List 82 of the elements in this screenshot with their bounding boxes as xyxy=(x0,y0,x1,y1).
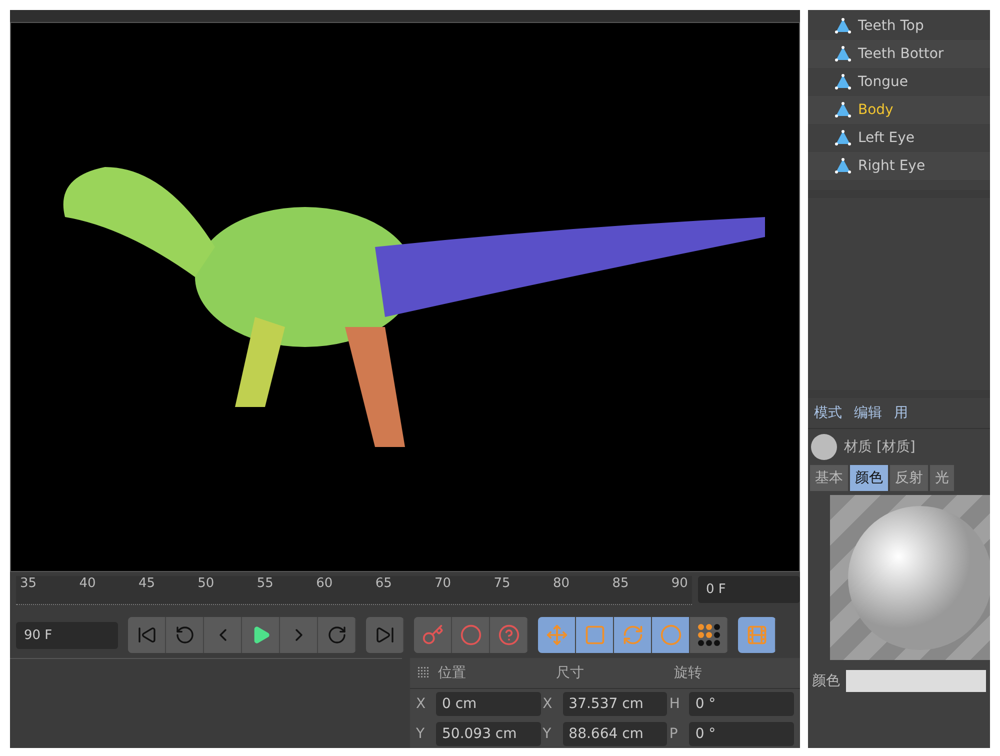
polygon-object-icon xyxy=(834,129,852,147)
object-name: Right Eye xyxy=(858,158,926,174)
film-icon xyxy=(746,624,768,646)
attribute-tab[interactable]: 光 xyxy=(930,465,954,491)
polygon-object-icon xyxy=(834,17,852,35)
playback-button[interactable] xyxy=(128,617,166,653)
menu-item[interactable]: 模式 xyxy=(814,404,842,422)
axis-label: H xyxy=(669,696,681,712)
timeline-button[interactable] xyxy=(738,617,776,653)
object-name: Left Eye xyxy=(858,130,915,146)
menu-item[interactable]: 用 xyxy=(894,404,908,422)
playback-button[interactable] xyxy=(242,617,280,653)
mode-button[interactable] xyxy=(652,617,690,653)
material-ball-icon xyxy=(810,433,838,461)
column-header: 位置 xyxy=(438,664,467,682)
object-item[interactable]: Teeth Bottor xyxy=(808,40,990,68)
color-label: 颜色 xyxy=(812,672,840,690)
frame-number: 55 xyxy=(256,576,274,593)
polygon-object-icon xyxy=(834,45,852,63)
frame-number: 75 xyxy=(494,576,510,593)
mode-button[interactable] xyxy=(690,617,728,653)
record-button[interactable] xyxy=(490,617,528,653)
frame-number: 90 xyxy=(671,576,688,593)
size-field[interactable]: 37.537 cm xyxy=(562,692,668,716)
first-frame-icon xyxy=(136,625,156,645)
frame-number: 65 xyxy=(375,576,392,593)
record-icon xyxy=(460,624,482,646)
previous-key-icon xyxy=(174,625,194,645)
key-icon xyxy=(422,624,444,646)
dots-grid-icon xyxy=(696,623,720,647)
record-button[interactable] xyxy=(452,617,490,653)
object-item[interactable]: Body xyxy=(808,96,990,124)
position-field[interactable]: 50.093 cm xyxy=(436,722,541,746)
rotation-field[interactable]: 0 ° xyxy=(689,692,794,716)
axis-label: Y xyxy=(416,726,426,742)
object-name: Teeth Top xyxy=(858,18,924,34)
axis-label: P xyxy=(669,726,679,742)
polygon-object-icon xyxy=(834,73,852,91)
move-icon xyxy=(546,624,568,646)
attribute-tab[interactable]: 基本 xyxy=(810,465,848,491)
object-name: Body xyxy=(858,102,894,118)
grip-icon xyxy=(418,667,430,679)
record-button[interactable] xyxy=(414,617,452,653)
menu-item[interactable]: 编辑 xyxy=(854,404,882,422)
axis-label: Y xyxy=(542,726,552,742)
mode-button[interactable] xyxy=(576,617,614,653)
playback-button[interactable] xyxy=(318,617,356,653)
object-name: Tongue xyxy=(858,74,908,90)
object-name: Teeth Bottor xyxy=(858,46,944,62)
frame-number: 85 xyxy=(612,576,629,593)
frame-number: 35 xyxy=(20,576,37,593)
axis-label: X xyxy=(542,696,554,712)
last-frame-button[interactable] xyxy=(366,617,404,653)
size-field[interactable]: 88.664 cm xyxy=(562,722,668,746)
frame-number: 70 xyxy=(434,576,452,593)
color-swatch[interactable] xyxy=(846,670,986,692)
frame-number: 40 xyxy=(79,576,96,593)
help-icon xyxy=(498,624,520,646)
scale-icon xyxy=(584,624,606,646)
last-frame-icon xyxy=(374,625,394,645)
frame-number: 45 xyxy=(138,576,155,593)
object-item[interactable]: Right Eye xyxy=(808,152,990,180)
column-header: 尺寸 xyxy=(556,664,585,682)
mode-button[interactable] xyxy=(614,617,652,653)
end-frame-field[interactable]: 90 F xyxy=(16,622,118,648)
frame-number: 60 xyxy=(316,576,333,593)
attribute-tab[interactable]: 反射 xyxy=(890,465,928,491)
position-field[interactable]: 0 cm xyxy=(436,692,541,716)
rotate-icon xyxy=(622,624,644,646)
frame-number: 80 xyxy=(552,576,570,593)
playback-button[interactable] xyxy=(166,617,204,653)
next-key-icon xyxy=(326,625,346,645)
rotation-field[interactable]: 0 ° xyxy=(689,722,794,746)
attribute-tab[interactable]: 颜色 xyxy=(850,465,888,491)
axis-label: X xyxy=(416,696,427,712)
mode-button[interactable] xyxy=(538,617,576,653)
polygon-object-icon xyxy=(834,157,852,175)
current-frame-field[interactable]: 0 F xyxy=(698,576,800,603)
frame-number: 50 xyxy=(198,576,214,593)
column-header: 旋转 xyxy=(674,664,703,682)
material-title: 材质 [材质] xyxy=(844,438,916,456)
polygon-object-icon xyxy=(834,101,852,119)
